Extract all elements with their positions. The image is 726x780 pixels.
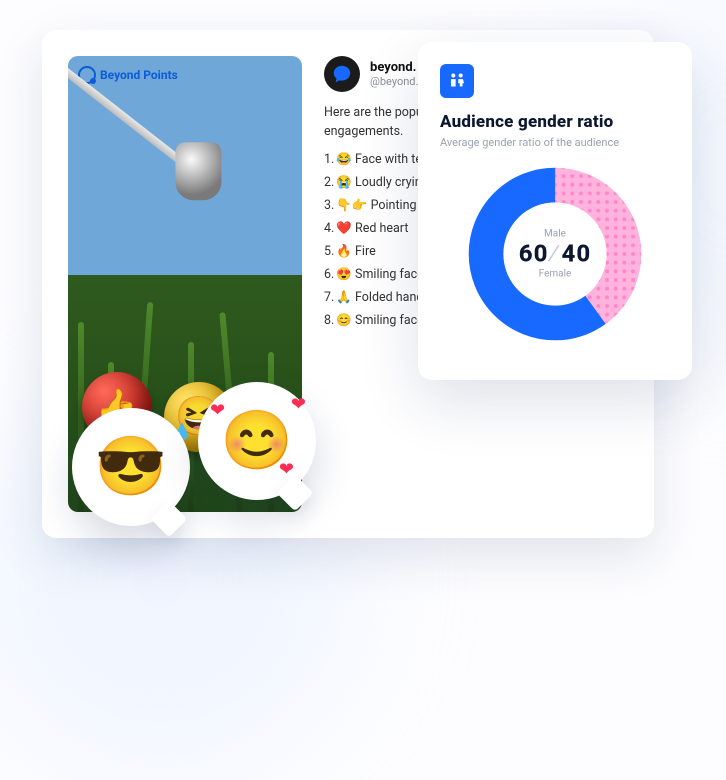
heart-icon: ❤ (210, 400, 225, 421)
avatar[interactable] (324, 56, 360, 92)
brand-badge: Beyond Points (78, 66, 178, 84)
value-separator: ∕ (548, 240, 561, 268)
donut-center: Male 60∕40 Female (519, 229, 591, 280)
donut-chart: Male 60∕40 Female (464, 163, 646, 345)
gender-ratio-card: Audience gender ratio Average gender rat… (418, 42, 692, 380)
brand-text: Beyond Points (100, 68, 178, 82)
heart-icon: ❤ (291, 394, 306, 415)
male-label: Male (519, 229, 591, 240)
emoji-bubble-blush: 😊 ❤ ❤ ❤ (198, 382, 316, 500)
sunglasses-emoji-icon: 😎 (95, 433, 167, 501)
card-subtitle: Average gender ratio of the audience (440, 136, 670, 149)
male-value: 60 (519, 240, 549, 268)
female-label: Female (519, 269, 591, 280)
gender-icon (440, 64, 474, 98)
post-username[interactable]: beyond. (370, 60, 418, 75)
post-handle[interactable]: @beyond. (370, 75, 418, 88)
female-value: 40 (562, 240, 592, 268)
heart-icon: ❤ (279, 459, 294, 480)
card-title: Audience gender ratio (440, 112, 670, 132)
speech-bubble-icon (331, 63, 353, 85)
emoji-bubble-cool: 😎 (72, 408, 190, 526)
